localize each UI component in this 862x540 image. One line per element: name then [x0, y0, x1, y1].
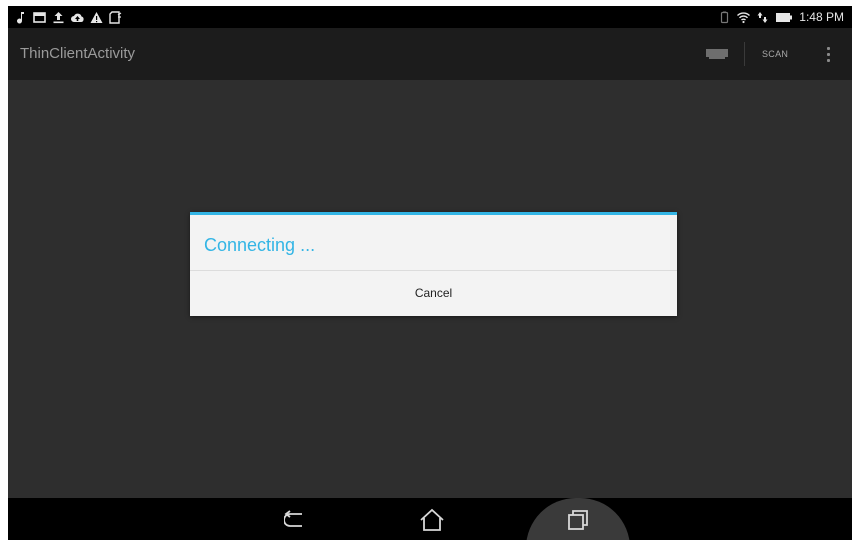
overflow-dot — [826, 58, 830, 62]
warning-icon — [90, 11, 103, 24]
dialog-accent-bar — [190, 212, 677, 215]
back-icon[interactable] — [274, 504, 318, 536]
action-bar: ThinClientActivity SCAN — [8, 28, 852, 80]
notification-icons — [14, 9, 122, 25]
status-time: 1:48 PM — [799, 10, 844, 24]
home-icon[interactable] — [410, 504, 454, 536]
scan-button[interactable]: SCAN — [752, 28, 798, 80]
overflow-dot — [826, 52, 830, 56]
wifi-icon — [737, 11, 751, 24]
action-bar-divider — [744, 42, 745, 66]
app-title: ThinClientActivity — [20, 45, 136, 62]
upload-icon — [52, 11, 65, 24]
music-note-icon — [14, 11, 27, 24]
battery-saver-icon — [718, 11, 731, 24]
system-status-icons: 1:48 PM — [718, 9, 844, 25]
screen-capture-icon — [33, 11, 46, 24]
recent-apps-icon[interactable] — [556, 504, 600, 536]
device-screen: 1:48 PM ThinClientActivity SCAN Connecti… — [8, 6, 852, 540]
status-bar: 1:48 PM — [8, 6, 852, 28]
sd-card-icon — [109, 10, 122, 24]
navigation-bar — [8, 498, 852, 540]
overflow-menu-icon[interactable] — [818, 42, 838, 66]
dialog-title: Connecting ... — [204, 235, 316, 255]
cancel-button[interactable]: Cancel — [190, 271, 677, 316]
connecting-dialog: Connecting ... Cancel — [190, 212, 677, 316]
battery-icon — [775, 11, 793, 24]
data-transfer-icon — [756, 11, 769, 24]
overflow-dot — [826, 46, 830, 50]
screen-icon[interactable] — [702, 44, 732, 64]
cloud-upload-icon — [71, 11, 84, 24]
